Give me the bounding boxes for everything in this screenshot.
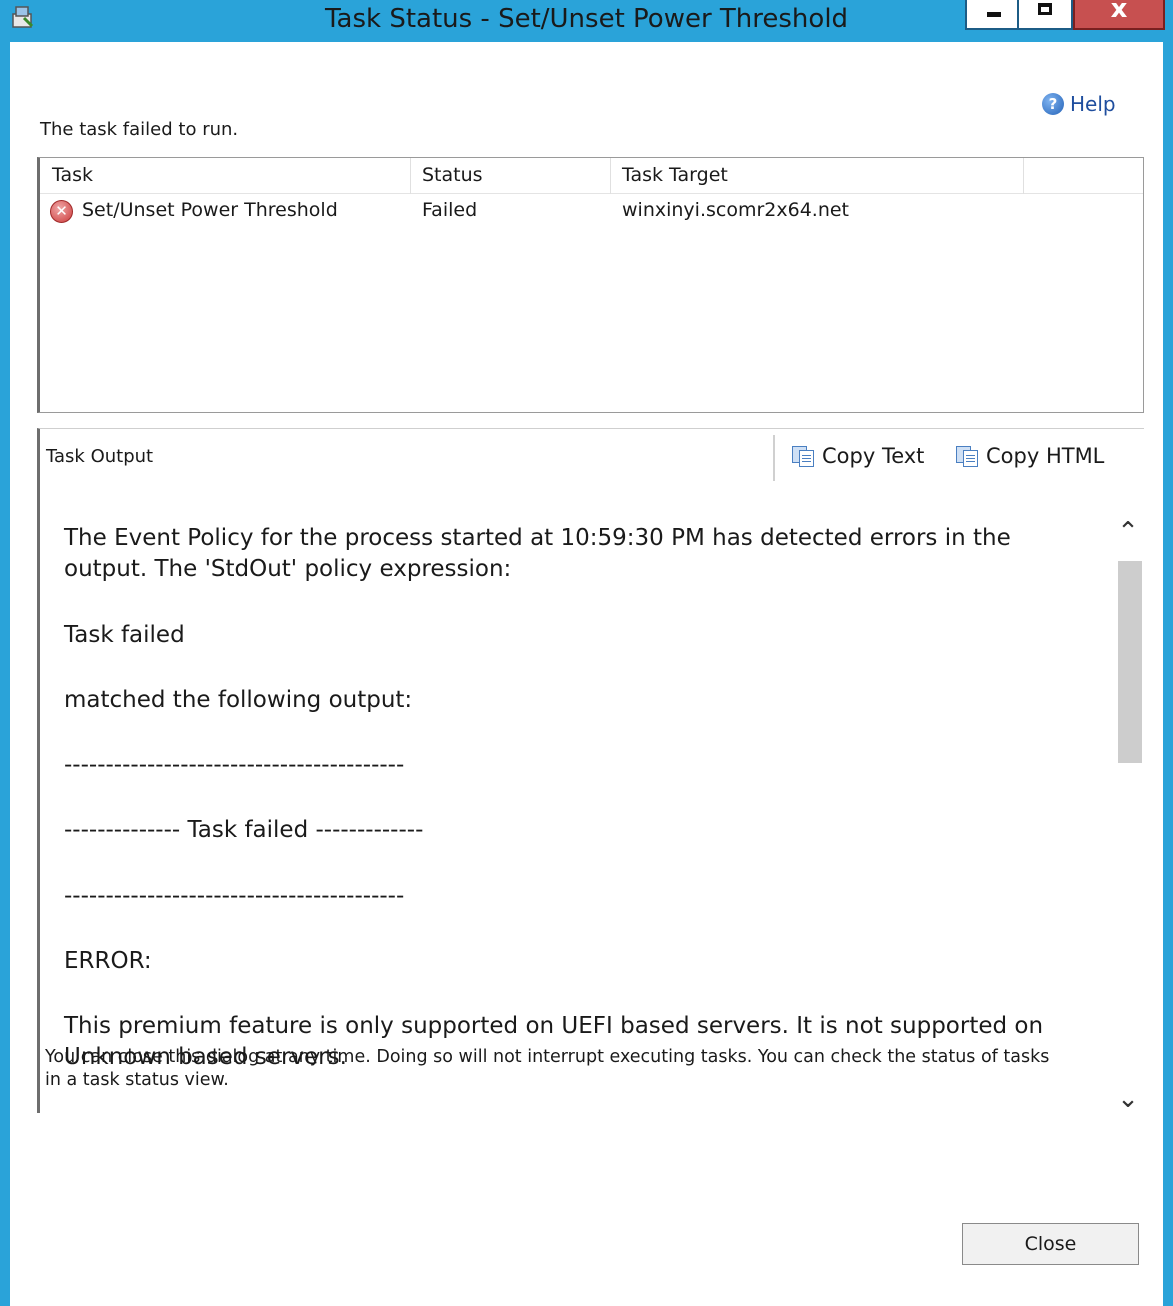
column-header-task-target[interactable]: Task Target [622,164,728,186]
task-list: Task Status Task Target ✕ Set/Unset Powe… [37,157,1144,413]
window-frame: Task Status - Set/Unset Power Threshold … [0,0,1173,1306]
help-icon: ? [1042,93,1064,115]
task-name-cell: Set/Unset Power Threshold [82,199,338,221]
copy-html-label: Copy HTML [986,444,1105,468]
task-output-panel: Task Output Copy Text Copy HTML The Even… [37,428,1147,1114]
output-line: ----------------------------------------… [64,882,405,909]
chevron-up-icon[interactable]: ⌃ [1109,517,1147,547]
copy-text-label: Copy Text [822,444,925,468]
task-output-text[interactable]: The Event Policy for the process started… [40,487,1110,1114]
copy-icon [790,445,816,467]
column-header-task[interactable]: Task [52,164,93,186]
window-close-button[interactable]: x [1073,0,1165,30]
output-line: The Event Policy for the process started… [64,525,1011,583]
column-divider[interactable] [610,158,611,194]
column-header-status[interactable]: Status [422,164,483,186]
output-line: ERROR: [64,947,152,974]
error-icon: ✕ [50,200,73,223]
task-output-title: Task Output [46,446,154,467]
copy-html-button[interactable]: Copy HTML [954,444,1104,468]
info-footnote: You can close this dialog at any time. D… [45,1047,1050,1091]
title-bar[interactable]: Task Status - Set/Unset Power Threshold … [0,0,1173,42]
close-button[interactable]: Close [962,1223,1139,1265]
scrollbar-thumb[interactable] [1118,561,1142,763]
table-row[interactable]: ✕ Set/Unset Power Threshold Failed winxi… [40,196,1143,232]
output-scrollbar[interactable]: ⌃ ⌄ [1109,487,1147,1114]
task-status-cell: Failed [422,199,478,221]
output-line: ----------------------------------------… [64,752,405,779]
minimize-icon [987,12,1001,17]
output-line: -------------- Task failed ------------- [64,817,424,844]
help-link[interactable]: ? Help [1042,92,1116,116]
maximize-button[interactable] [1019,0,1073,30]
status-message: The task failed to run. [40,119,239,140]
output-line: Task failed [64,621,185,648]
column-divider[interactable] [410,158,411,194]
column-divider[interactable] [1023,158,1024,194]
maximize-icon [1038,3,1052,15]
copy-icon [954,445,980,467]
dialog-client-area: ? Help The task failed to run. Task Stat… [10,42,1163,1306]
task-target-cell: winxinyi.scomr2x64.net [622,199,850,221]
task-output-header: Task Output Copy Text Copy HTML [40,429,1144,487]
minimize-button[interactable] [965,0,1019,30]
help-label: Help [1070,92,1116,116]
output-line: matched the following output: [64,686,413,713]
toolbar-divider [773,435,775,481]
close-icon: x [1110,0,1128,24]
copy-text-button[interactable]: Copy Text [790,444,924,468]
chevron-down-icon[interactable]: ⌄ [1109,1084,1147,1114]
task-list-header: Task Status Task Target [40,158,1143,194]
scrollbar-track[interactable] [1118,561,1142,1071]
